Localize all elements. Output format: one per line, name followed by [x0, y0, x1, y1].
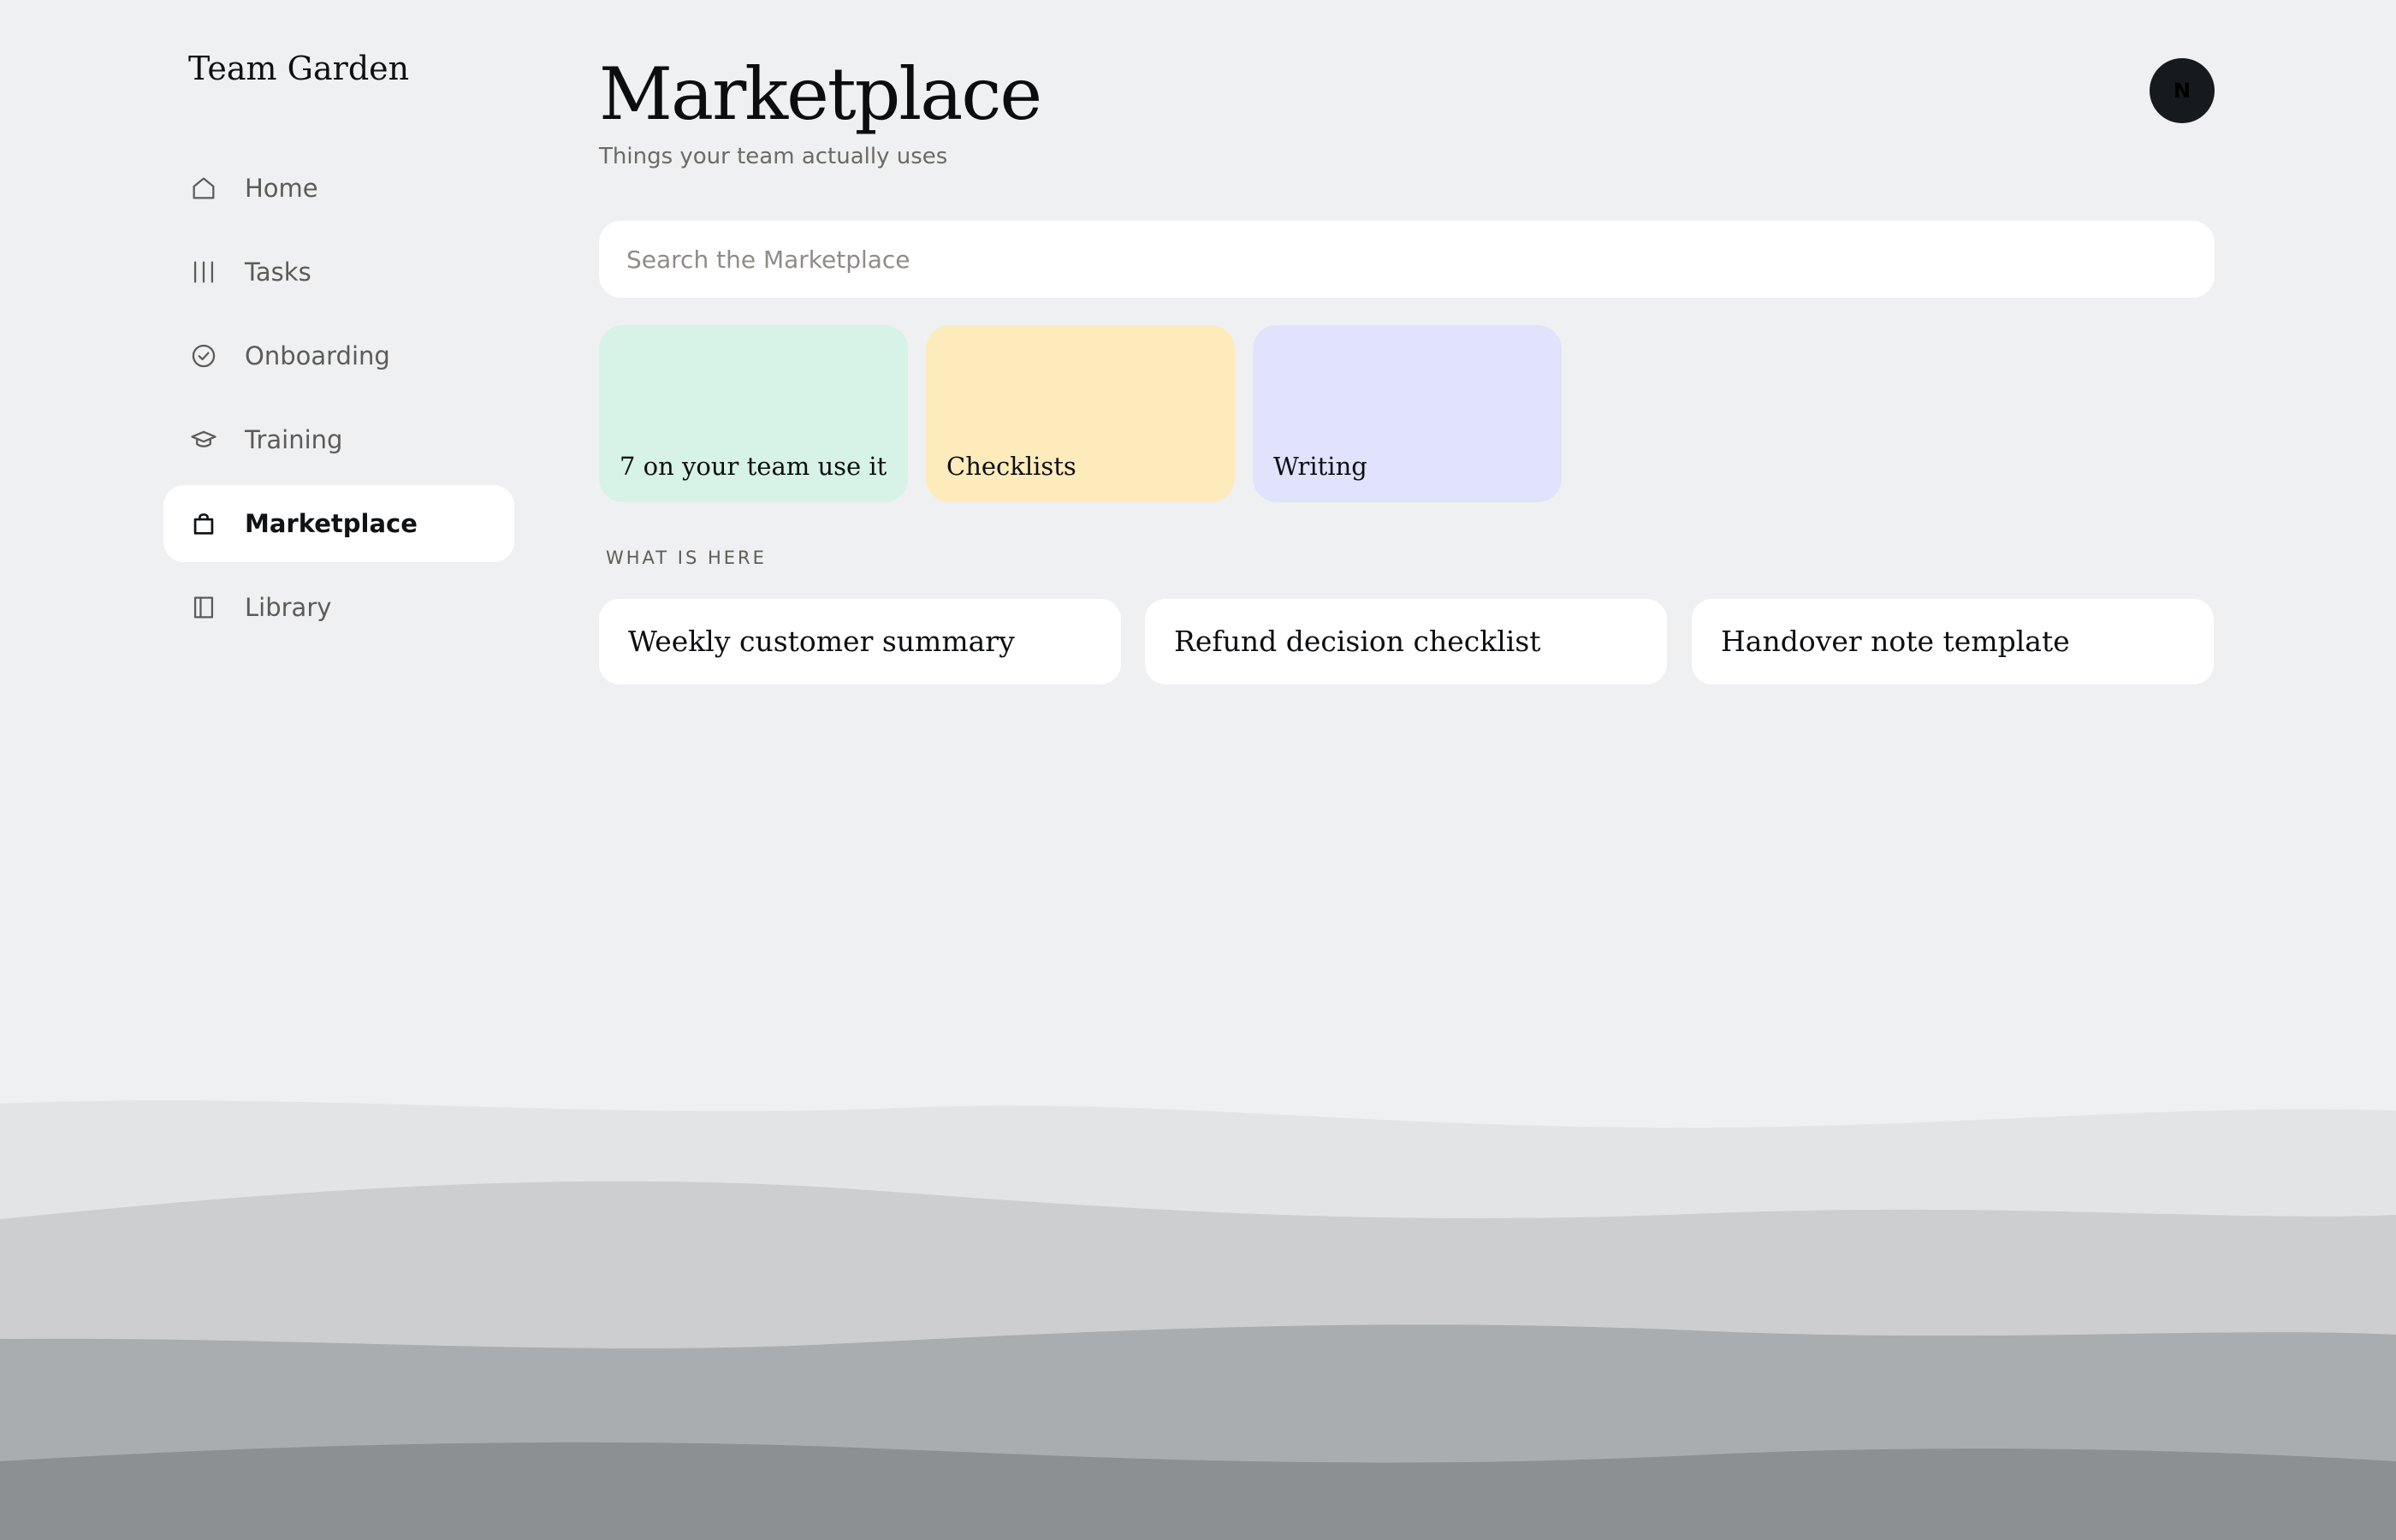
user-avatar[interactable]: N: [2150, 58, 2215, 123]
category-card-writing[interactable]: Writing: [1253, 325, 1562, 502]
sidebar-item-training[interactable]: Training: [163, 401, 514, 478]
book-icon: [193, 596, 214, 619]
sidebar-item-marketplace[interactable]: Marketplace: [163, 485, 514, 562]
section-label: WHAT IS HERE: [606, 548, 767, 568]
item-title: Weekly customer summary: [628, 625, 1015, 658]
brand-name: Team Garden: [188, 50, 410, 87]
sidebar-item-label: Onboarding: [245, 341, 390, 370]
item-card-refund-decision-checklist[interactable]: Refund decision checklist: [1145, 599, 1667, 684]
sidebar-item-tasks[interactable]: Tasks: [163, 234, 514, 311]
avatar-initial: N: [2173, 79, 2191, 103]
sidebar-item-onboarding[interactable]: Onboarding: [163, 317, 514, 394]
sidebar-item-label: Tasks: [245, 258, 311, 287]
search-input[interactable]: [599, 221, 2215, 298]
page-subtitle: Things your team actually uses: [599, 144, 948, 169]
category-label: 7 on your team use it: [620, 452, 887, 481]
category-card-team-usage[interactable]: 7 on your team use it: [599, 325, 908, 502]
category-label: Writing: [1273, 452, 1367, 481]
item-title: Refund decision checklist: [1174, 625, 1541, 658]
shopping-bag-icon: [193, 513, 214, 535]
sidebar-item-home[interactable]: Home: [163, 150, 514, 227]
sidebar-item-library[interactable]: Library: [163, 569, 514, 646]
tasks-icon: [193, 261, 214, 283]
home-icon: [193, 177, 215, 199]
category-card-checklists[interactable]: Checklists: [926, 325, 1235, 502]
item-card-weekly-customer-summary[interactable]: Weekly customer summary: [599, 599, 1121, 684]
item-card-handover-note-template[interactable]: Handover note template: [1692, 599, 2214, 684]
sidebar-item-label: Home: [245, 174, 318, 203]
page-title: Marketplace: [599, 52, 1042, 136]
item-title: Handover note template: [1721, 625, 2070, 658]
graduation-cap-icon: [191, 430, 216, 447]
category-label: Checklists: [946, 452, 1076, 481]
sidebar-item-label: Marketplace: [245, 509, 418, 538]
sidebar-item-label: Library: [245, 593, 332, 622]
check-circle-icon: [192, 344, 216, 368]
sidebar-item-label: Training: [245, 425, 343, 454]
